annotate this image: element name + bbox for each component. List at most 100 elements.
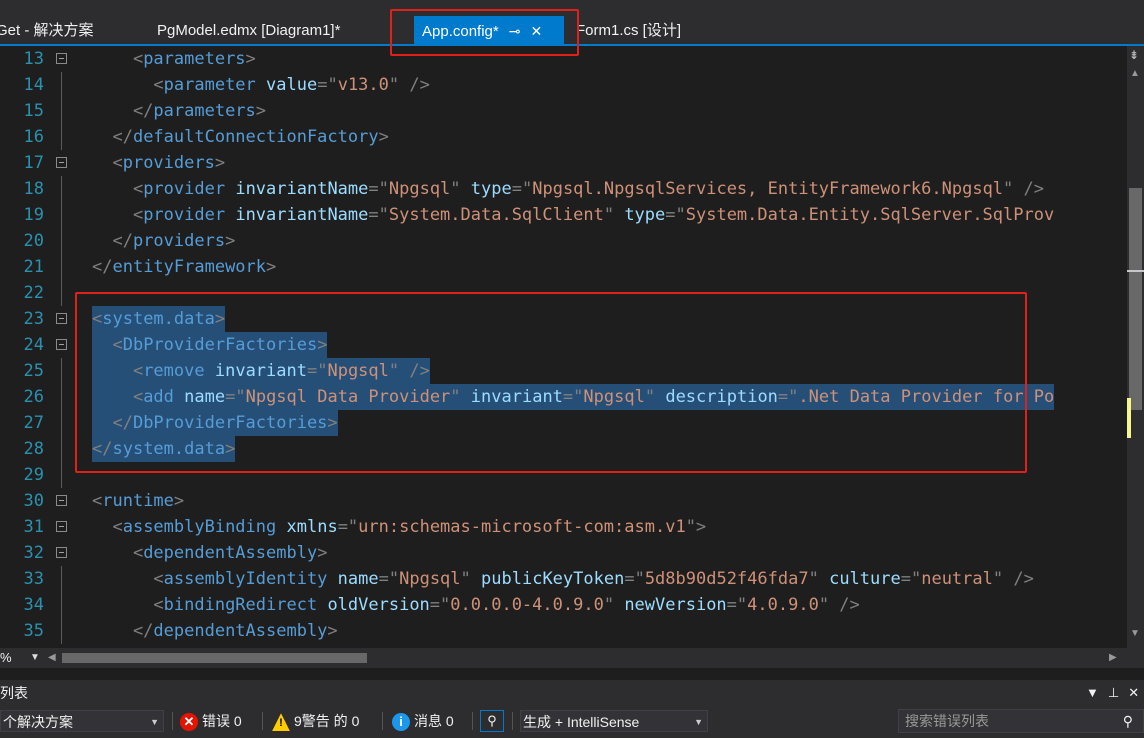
code-line[interactable]: 14 <parameter value="v13.0" /> [0,72,1127,98]
code-text: </DbProviderFactories> [92,410,338,436]
horizontal-scroll-thumb[interactable] [62,653,367,663]
collapse-icon[interactable] [56,53,67,64]
code-line[interactable]: 31 <assemblyBinding xmlns="urn:schemas-m… [0,514,1127,540]
scroll-up-icon[interactable]: ▲ [1130,68,1140,79]
filter-icon[interactable]: ⚲ [480,710,504,732]
code-line[interactable]: 35 </dependentAssembly> [0,618,1127,644]
tab-label: PgModel.edmx [Diagram1]* [157,22,341,39]
token: defaultConnectionFactory [132,127,379,147]
code-line[interactable]: 17 <providers> [0,150,1127,176]
collapse-icon[interactable] [56,313,67,324]
scroll-right-icon[interactable]: ▶ [1109,648,1117,668]
code-line[interactable]: 33 <assemblyIdentity name="Npgsql" publi… [0,566,1127,592]
close-icon[interactable]: ✕ [1128,685,1144,700]
split-handle-icon[interactable]: ⇟ [1129,48,1139,62]
collapse-icon[interactable] [56,339,67,350]
scroll-down-icon[interactable]: ▼ [1130,628,1140,639]
line-number: 21 [23,257,44,277]
search-icon[interactable]: ⚲ [1123,710,1133,732]
token: " /> [1003,179,1044,199]
token: add [143,387,174,407]
code-line[interactable]: 22 [0,280,1127,306]
code-line[interactable]: 13 <parameters> [0,46,1127,72]
code-line[interactable]: 34 <bindingRedirect oldVersion="0.0.0.0-… [0,592,1127,618]
token: =" [225,387,246,407]
document-tab-bar: Get - 解决方案 PgModel.edmx [Diagram1]* App.… [0,16,1144,44]
collapse-icon[interactable] [56,157,67,168]
tab-form1-design[interactable]: Form1.cs [设计] [576,16,681,44]
token: v13.0 [337,75,389,95]
warnings-count: 9警告 的 0 [294,713,360,729]
build-filter-dropdown[interactable]: 生成 + IntelliSense ▼ [520,710,708,732]
token: providers [132,231,226,251]
panel-controls: ▼⊥✕ [1086,680,1144,706]
code-line[interactable]: 30 <runtime> [0,488,1127,514]
code-text: <dependentAssembly> [92,540,328,566]
code-editor[interactable]: 13 <parameters> 14 <parameter value="v13.… [0,46,1127,648]
messages-filter-button[interactable]: i 消息 0 [392,710,454,732]
close-icon[interactable]: ✕ [530,23,542,39]
line-number: 33 [23,569,44,589]
errors-filter-button[interactable]: ✕ 错误 0 [180,710,242,732]
code-line[interactable]: 21 </entityFramework> [0,254,1127,280]
code-line[interactable]: 20 </providers> [0,228,1127,254]
token: providers [122,153,215,173]
dropdown-icon[interactable]: ▼ [1086,685,1108,700]
tab-app-config[interactable]: App.config* ⊸ ✕ [414,16,564,44]
tab-pgmodel-edmx[interactable]: PgModel.edmx [Diagram1]* [157,16,340,44]
token: </ [92,257,113,277]
token: > [317,335,328,355]
line-number: 27 [23,413,44,433]
code-line[interactable]: 16 </defaultConnectionFactory> [0,124,1127,150]
token: =" [665,205,686,225]
token: </ [92,413,133,433]
token: =" [900,569,922,589]
error-list-search[interactable]: 搜索错误列表 ⚲ [898,709,1144,733]
token: < [92,309,103,329]
token: </ [92,231,133,251]
code-line[interactable]: 15 </parameters> [0,98,1127,124]
code-line[interactable]: 27 </DbProviderFactories> [0,410,1127,436]
code-text: <DbProviderFactories> [92,332,328,358]
token: provider [143,205,226,225]
collapse-icon[interactable] [56,521,67,532]
warnings-filter-button[interactable]: ! 9警告 的 0 [272,710,359,732]
code-line[interactable]: 19 <provider invariantName="System.Data.… [0,202,1127,228]
code-line[interactable]: 28 </system.data> [0,436,1127,462]
token: name [184,387,226,407]
token: dependentAssembly [143,543,318,563]
token: " [603,595,615,615]
zoom-dropdown-icon[interactable]: ▼ [30,648,40,668]
code-text: <provider invariantName="System.Data.Sql… [92,202,1054,228]
token: " [450,179,461,199]
vertical-scroll-thumb[interactable] [1129,188,1142,410]
tab-solution[interactable]: Get - 解决方案 [0,16,94,44]
code-text: <assemblyBinding xmlns="urn:schemas-micr… [92,514,706,540]
token: description [665,387,778,407]
pin-icon[interactable]: ⊸ [509,23,521,39]
pin-icon[interactable]: ⊥ [1108,685,1128,700]
token: =" [306,361,328,381]
code-line[interactable]: 29 [0,462,1127,488]
collapse-icon[interactable] [56,547,67,558]
token: > [173,491,185,511]
scroll-left-icon[interactable]: ◀ [48,648,56,668]
token: Npgsql [327,361,389,381]
collapse-icon[interactable] [56,495,67,506]
token: assemblyIdentity [163,569,328,589]
token: newVersion [624,595,727,615]
scope-dropdown[interactable]: 个解决方案 ▼ [0,710,164,732]
code-line[interactable]: 24 <DbProviderFactories> [0,332,1127,358]
token: Npgsql [399,569,461,589]
code-line[interactable]: 25 <remove invariant="Npgsql" /> [0,358,1127,384]
code-line[interactable]: 32 <dependentAssembly> [0,540,1127,566]
code-line[interactable]: 26 <add name="Npgsql Data Provider" inva… [0,384,1127,410]
zoom-level[interactable]: % [0,648,12,668]
code-line[interactable]: 18 <provider invariantName="Npgsql" type… [0,176,1127,202]
code-line[interactable]: 23 <system.data> [0,306,1127,332]
token: =" [337,517,359,537]
